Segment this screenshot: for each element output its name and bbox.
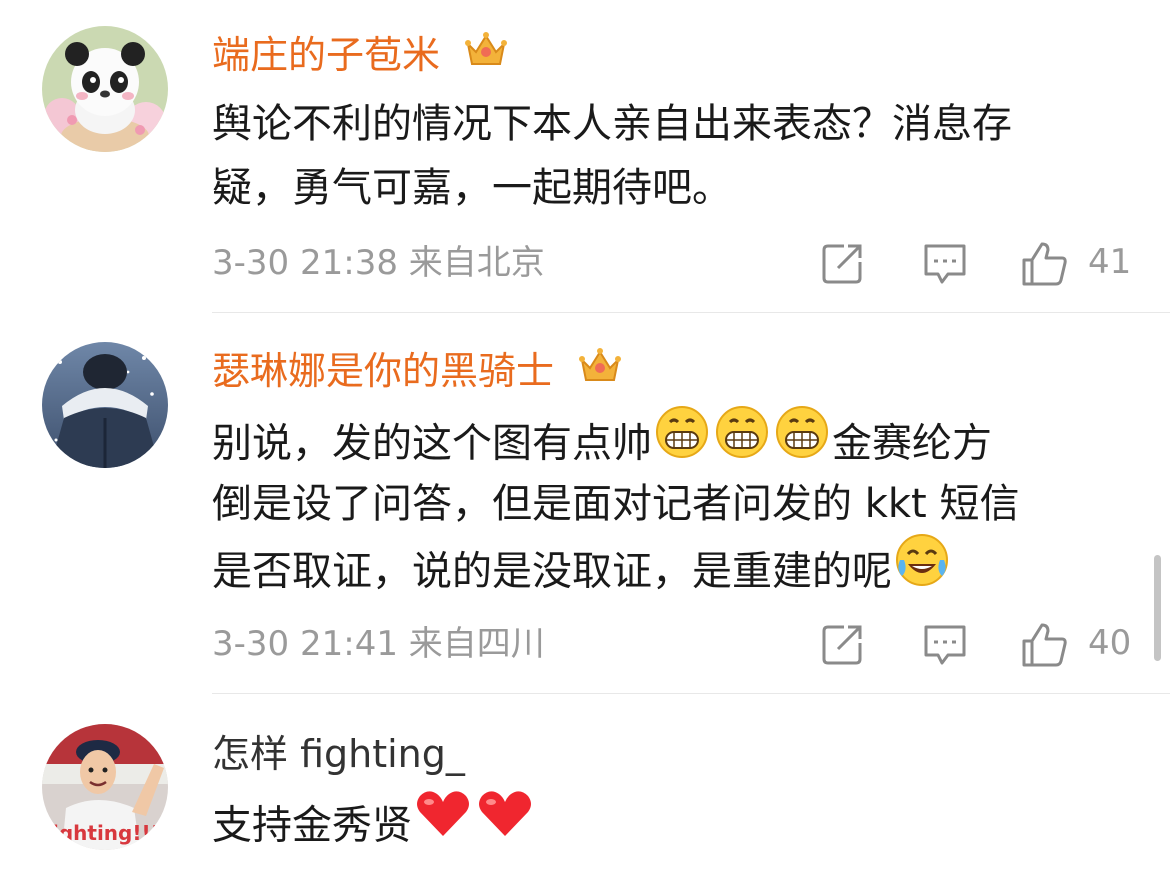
username-text[interactable]: 怎样 fighting_ (212, 732, 465, 776)
avatar-caption: fighting!!! (44, 821, 160, 845)
comment-line-text: 金赛纶方 (832, 420, 992, 467)
comment-line: 是否取证，说的是没取证，是重建的呢 (212, 534, 1142, 600)
timestamp: 3-30 21:38 (212, 243, 398, 283)
comment-line: 舆论不利的情况下本人亲自出来表态？消息存 (212, 101, 1012, 147)
divider (212, 312, 1170, 313)
repost-icon[interactable] (820, 621, 866, 671)
like-icon[interactable] (1020, 240, 1070, 292)
grin-emoji (654, 404, 710, 479)
comment-text: 别说，发的这个图有点帅 金赛纶方 倒是设了问答，但是面对记者问发的 kkt 短信 … (212, 406, 1142, 600)
comment-meta: 3-30 21:41 来自四川 (212, 624, 545, 664)
divider (212, 693, 1170, 694)
crown-badge-icon (578, 346, 622, 396)
comment-line-text: 别说，发的这个图有点帅 (212, 420, 652, 467)
grin-emoji (774, 404, 830, 479)
like-icon[interactable] (1020, 621, 1070, 673)
avatar[interactable]: fighting!!! (42, 724, 168, 850)
comment-line-text: 是否取证，说的是没取证，是重建的呢 (212, 548, 892, 595)
location: 来自北京 (408, 243, 545, 283)
like-count: 41 (1088, 242, 1132, 282)
comment-line-text: 支持金秀贤 (212, 802, 412, 849)
tears-of-joy-emoji (894, 532, 950, 607)
comment-line: 疑，勇气可嘉，一起期待吧。 (212, 165, 732, 211)
like-count: 40 (1088, 623, 1132, 663)
grin-emoji (714, 404, 770, 479)
comment-text: 支持金秀贤 (212, 790, 1142, 854)
timestamp: 3-30 21:41 (212, 624, 398, 664)
repost-icon[interactable] (820, 240, 866, 290)
comment-line: 支持金秀贤 (212, 790, 1142, 854)
username-text[interactable]: 瑟琳娜是你的黑骑士 (212, 349, 554, 393)
heart-emoji (414, 786, 472, 861)
comment-actions: 40 (820, 621, 1140, 667)
avatar[interactable] (42, 26, 168, 152)
avatar[interactable] (42, 342, 168, 468)
comment-icon[interactable] (922, 621, 968, 671)
comment-icon[interactable] (922, 240, 968, 290)
username-text[interactable]: 端庄的子苞米 (212, 33, 440, 77)
username[interactable]: 怎样 fighting_ (212, 731, 465, 777)
comment-text: 舆论不利的情况下本人亲自出来表态？消息存 疑，勇气可嘉，一起期待吧。 (212, 92, 1142, 220)
comment-line: 别说，发的这个图有点帅 金赛纶方 (212, 406, 1142, 472)
scrollbar[interactable] (1154, 555, 1161, 661)
comment-meta: 3-30 21:38 来自北京 (212, 243, 545, 283)
location: 来自四川 (408, 624, 545, 664)
comment-actions: 41 (820, 240, 1140, 286)
comment-list: 端庄的子苞米 舆论不利的情况下本人亲自出来表态？消息存 疑，勇气可嘉，一起期待吧… (0, 0, 1170, 869)
username[interactable]: 瑟琳娜是你的黑骑士 (212, 346, 622, 399)
comment-line: 倒是设了问答，但是面对记者问发的 kkt 短信 (212, 481, 1020, 527)
username[interactable]: 端庄的子苞米 (212, 30, 508, 83)
crown-badge-icon (464, 30, 508, 80)
heart-emoji (476, 786, 534, 861)
